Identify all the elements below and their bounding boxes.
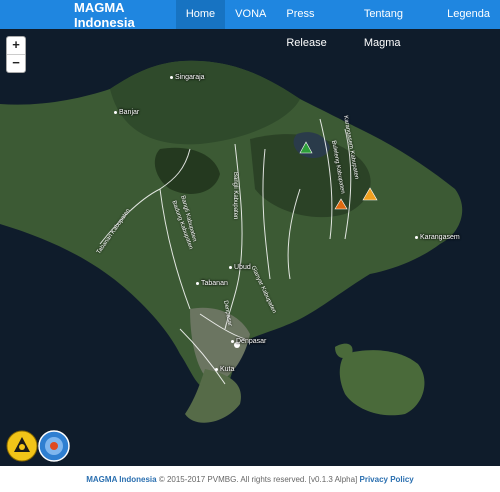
place-ubud: Ubud [229, 264, 251, 271]
place-kuta: Kuta [215, 366, 234, 373]
zoom-in-button[interactable]: + [7, 37, 25, 54]
zoom-control: + − [6, 36, 26, 73]
nav-legenda[interactable]: Legenda [437, 0, 500, 29]
magma-logo[interactable] [38, 430, 70, 462]
privacy-policy-link[interactable]: Privacy Policy [360, 475, 414, 484]
zoom-out-button[interactable]: − [7, 54, 25, 72]
top-navbar: MAGMA Indonesia Home VONA Press Release … [0, 0, 500, 49]
region-bangli-a: Bangli Kabupaten [232, 172, 238, 220]
satellite-map [0, 29, 500, 466]
nav-tentang-magma[interactable]: Tentang Magma [354, 0, 437, 49]
footer-brand-link[interactable]: MAGMA Indonesia [86, 475, 156, 484]
place-tabanan: Tabanan [196, 280, 228, 287]
nav-vona[interactable]: VONA [225, 0, 276, 29]
place-banjar: Banjar [114, 109, 139, 116]
place-singaraja: Singaraja [170, 74, 205, 81]
place-karangasem: Karangasem [415, 234, 460, 241]
nav-home[interactable]: Home [175, 0, 226, 29]
place-denpasar: Denpasar [231, 338, 266, 345]
esdm-logo[interactable] [6, 430, 38, 462]
footer: MAGMA Indonesia © 2015-2017 PVMBG. All r… [0, 466, 500, 492]
map-view[interactable] [0, 29, 500, 466]
nav-press-release[interactable]: Press Release [276, 0, 353, 49]
footer-copyright: © 2015-2017 PVMBG. All rights reserved. … [156, 474, 360, 484]
brand-link[interactable]: MAGMA Indonesia [74, 0, 166, 30]
